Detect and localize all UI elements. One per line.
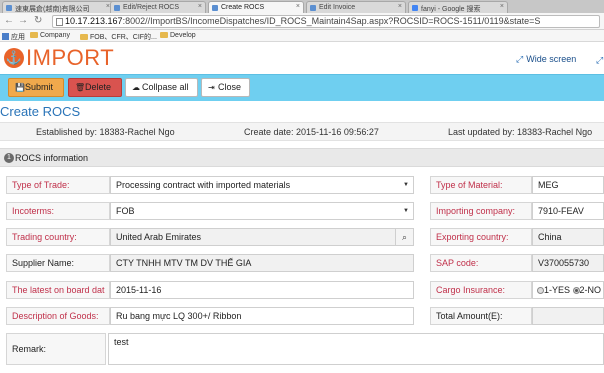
description-of-goods-label: Description of Goods: <box>6 307 110 325</box>
trading-country-field[interactable]: United Arab Emirates ⌕ <box>110 228 414 246</box>
last-updated-by: Last updated by: 18383-Rachel Ngo <box>448 127 593 137</box>
action-toolbar: 💾Submit 🗑Delete ☁ Collpase all ⇥ Close <box>0 74 604 101</box>
delete-button[interactable]: 🗑Delete <box>68 78 122 97</box>
type-of-material-label: Type of Material: <box>430 176 532 194</box>
total-amount-field[interactable] <box>532 307 604 325</box>
search-icon[interactable]: ⌕ <box>395 229 413 245</box>
app-logo: IMPORT <box>26 45 115 70</box>
bookmark-apps[interactable]: 应用 <box>2 32 25 42</box>
description-of-goods-input[interactable]: Ru bang mực LQ 300+/ Ribbon <box>110 307 414 325</box>
wide-screen-link[interactable]: ⤢ Wide screen <box>516 54 576 65</box>
browser-tab[interactable]: fanyi - Google 搜索 × <box>408 1 508 13</box>
meta-bar: Established by: 18383-Rachel Ngo Create … <box>0 122 604 141</box>
cloud-icon: ☁ <box>132 83 140 92</box>
anchor-icon: ⚓ <box>4 48 24 68</box>
page-favicon-icon <box>310 5 316 11</box>
incoterms-select[interactable]: FOB ▼ <box>110 202 414 220</box>
close-button[interactable]: ⇥ Close <box>201 78 250 97</box>
type-of-trade-select[interactable]: Processing contract with imported materi… <box>110 176 414 194</box>
create-date: Create date: 2015-11-16 09:56:27 <box>244 127 379 137</box>
bookmark-fob[interactable]: FOB、CFR、CIF的... <box>80 32 157 42</box>
type-of-trade-label: Type of Trade: <box>6 176 110 194</box>
supplier-name-label: Supplier Name: <box>6 254 110 272</box>
established-by: Established by: 18383-Rachel Ngo <box>36 127 175 137</box>
dropdown-caret-icon: ▼ <box>403 182 409 188</box>
cargo-insurance-no-radio[interactable]: 2-NO <box>572 285 601 295</box>
expand-arrows-icon: ⤢ <box>516 54 524 64</box>
exporting-country-field[interactable]: China <box>532 228 604 246</box>
page-favicon-icon <box>212 5 218 11</box>
exporting-country-label: Exporting country: <box>430 228 532 246</box>
page-favicon-icon <box>6 5 12 11</box>
url-host: 10.17.213.167 <box>65 16 123 26</box>
back-arrow-icon[interactable]: ← <box>4 15 14 26</box>
reload-icon[interactable]: ↻ <box>34 15 42 26</box>
page-favicon-icon <box>114 5 120 11</box>
folder-icon <box>160 32 168 38</box>
close-tab-icon[interactable]: × <box>198 3 202 10</box>
page-title: Create ROCS <box>0 104 81 119</box>
dropdown-caret-icon: ▼ <box>403 208 409 214</box>
cargo-insurance-yes-radio[interactable]: 1-YES <box>537 285 570 295</box>
section-number-badge: 1 <box>4 153 14 163</box>
total-amount-label: Total Amount(E): <box>430 307 532 325</box>
cargo-insurance-label: Cargo Insurance: <box>430 281 532 299</box>
bookmark-company[interactable]: Company <box>30 32 70 39</box>
type-of-material-field[interactable]: MEG <box>532 176 604 194</box>
browser-tab[interactable]: Edit Invoice × <box>306 1 406 13</box>
sap-code-field[interactable]: V370055730 <box>532 254 604 272</box>
close-tab-icon[interactable]: × <box>398 3 402 10</box>
bookmark-develop[interactable]: Develop <box>160 32 196 39</box>
section-header[interactable]: 1 ROCS information <box>0 148 604 167</box>
url-input[interactable]: 10.17.213.167:8002//ImportBS/IncomeDispa… <box>52 15 600 28</box>
bookmarks-bar: 应用 Company FOB、CFR、CIF的... Develop <box>0 30 604 42</box>
trash-icon: 🗑 <box>75 83 86 92</box>
section-title: ROCS information <box>15 153 89 163</box>
apps-grid-icon <box>2 33 9 40</box>
incoterms-label: Incoterms: <box>6 202 110 220</box>
cargo-insurance-radio-group: 1-YES 2-NO <box>532 281 604 299</box>
page-icon <box>56 18 63 26</box>
remark-label: Remark: <box>6 333 106 365</box>
close-tab-icon[interactable]: × <box>296 3 300 10</box>
radio-selected-icon <box>572 287 580 294</box>
browser-tab-active[interactable]: Create ROCS × <box>208 1 304 13</box>
folder-icon <box>80 34 88 40</box>
submit-button[interactable]: 💾Submit <box>8 78 64 97</box>
collapse-all-button[interactable]: ☁ Collpase all <box>125 78 198 97</box>
exit-icon: ⇥ <box>208 83 215 92</box>
browser-tab[interactable]: 速東展倉(越南)有限公司 × <box>2 1 114 13</box>
save-icon: 💾 <box>15 83 25 92</box>
supplier-name-field[interactable]: CTY TNHH MTV TM DV THẾ GIA <box>110 254 414 272</box>
forward-arrow-icon[interactable]: → <box>18 15 28 26</box>
folder-icon <box>30 32 38 38</box>
google-icon <box>412 5 418 11</box>
importing-company-label: Importing company: <box>430 202 532 220</box>
latest-on-board-date-label: The latest on board dat <box>6 281 110 299</box>
remark-textarea[interactable]: test <box>108 333 604 365</box>
expand-arrows-icon[interactable]: ⤢ <box>596 55 603 66</box>
radio-icon <box>537 287 544 294</box>
browser-tab[interactable]: Edit/Reject ROCS × <box>110 1 206 13</box>
latest-on-board-date-input[interactable]: 2015-11-16 <box>110 281 414 299</box>
importing-company-field[interactable]: 7910-FEAV <box>532 202 604 220</box>
sap-code-label: SAP code: <box>430 254 532 272</box>
close-tab-icon[interactable]: × <box>500 3 504 10</box>
address-bar: ← → ↻ 10.17.213.167:8002//ImportBS/Incom… <box>0 13 604 30</box>
browser-tab-bar: 速東展倉(越南)有限公司 × Edit/Reject ROCS × Create R… <box>0 0 604 13</box>
url-path: :8002//ImportBS/IncomeDispatches/ID_ROCS… <box>122 16 541 26</box>
trading-country-label: Trading country: <box>6 228 110 246</box>
